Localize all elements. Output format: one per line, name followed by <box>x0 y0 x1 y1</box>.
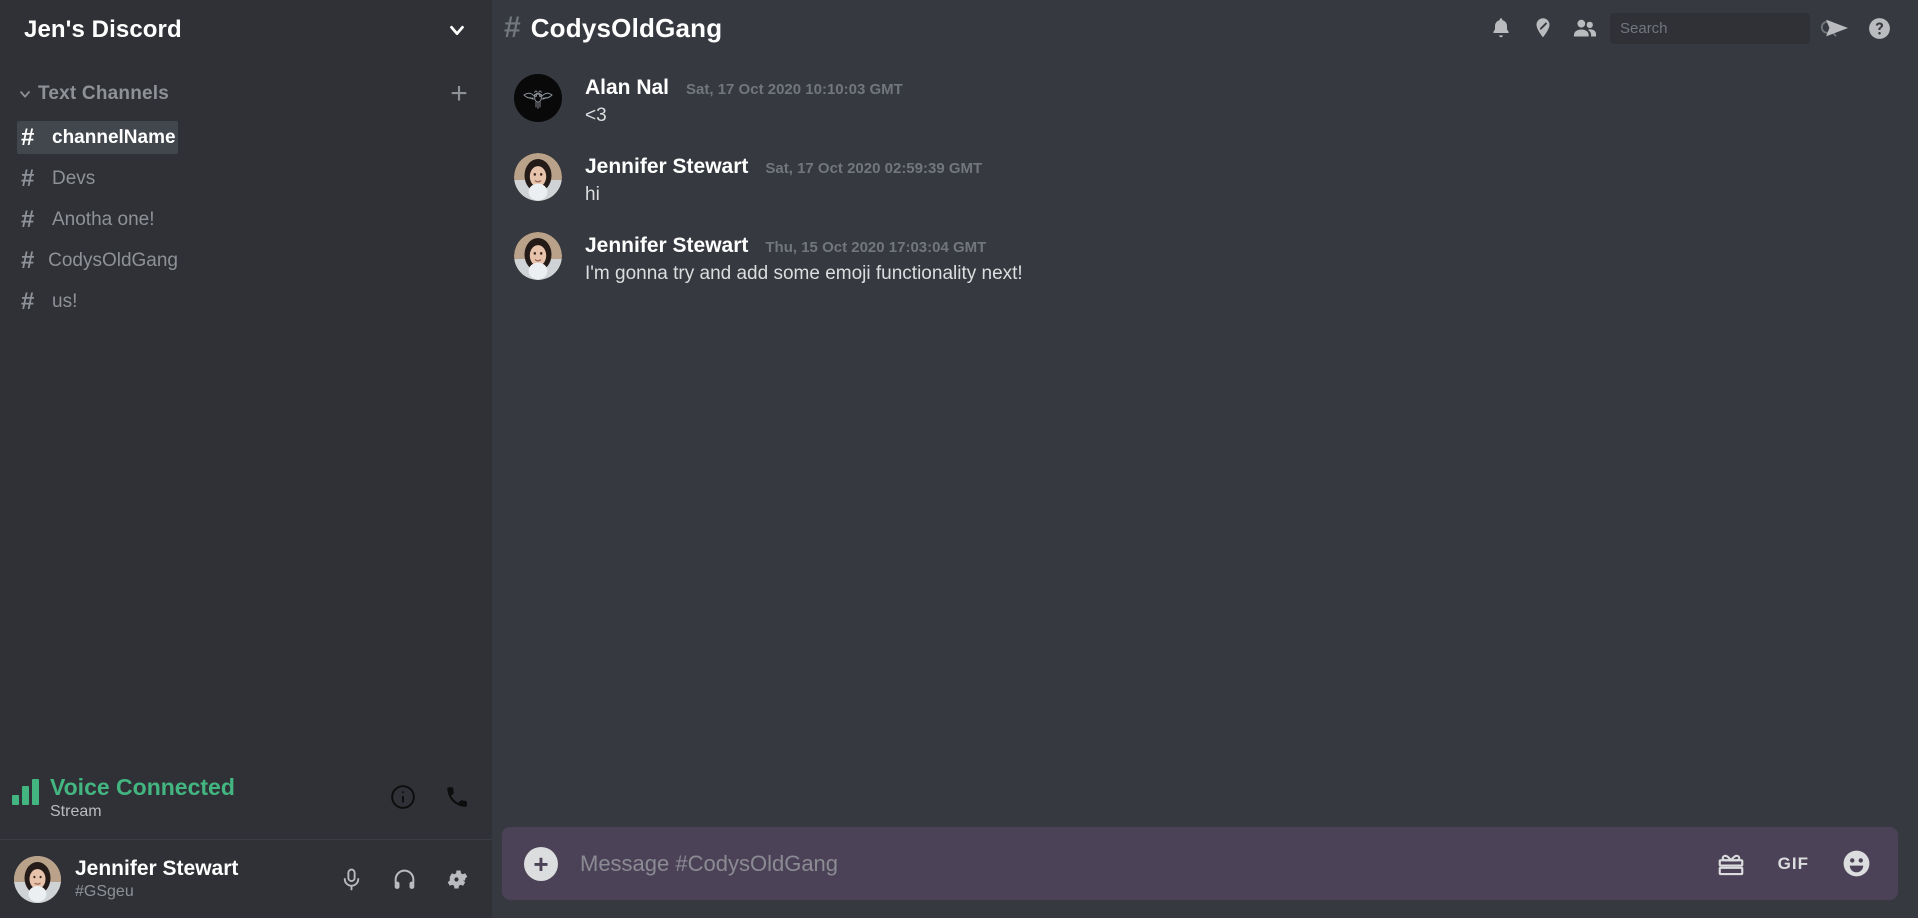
user-panel: Jennifer Stewart #GSgeu <box>0 840 492 918</box>
info-circle-icon[interactable] <box>390 784 416 810</box>
search-box[interactable] <box>1610 12 1837 44</box>
discord-app: Jen's Discord Text Channels + # channelN… <box>0 0 1918 918</box>
chevron-down-icon[interactable] <box>16 85 34 103</box>
search-input[interactable] <box>1620 19 1819 37</box>
sidebar-item-codysoldgang[interactable]: # CodysOldGang <box>17 244 178 277</box>
sidebar-item-us[interactable]: # us! <box>17 285 178 318</box>
page-title: CodysOldGang <box>530 12 723 43</box>
message-header: Jennifer Stewart Sat, 17 Oct 2020 02:59:… <box>585 155 1898 179</box>
channels-section: Text Channels + # channelName # Devs # A… <box>0 60 492 326</box>
hash-icon: # <box>21 164 35 192</box>
voice-text: Voice Connected Stream <box>50 774 390 821</box>
top-actions <box>1480 7 1900 49</box>
message-timestamp: Thu, 15 Oct 2020 17:03:04 GMT <box>765 239 987 256</box>
voice-status: Voice Connected <box>50 773 235 800</box>
voice-connected-panel: Voice Connected Stream <box>0 755 492 840</box>
hash-icon: # <box>504 11 521 44</box>
message-row: Alan Nal Sat, 17 Oct 2020 10:10:03 GMT <… <box>492 74 1918 128</box>
message-body: Jennifer Stewart Thu, 15 Oct 2020 17:03:… <box>585 232 1898 286</box>
channel-label: CodysOldGang <box>48 249 178 271</box>
composer-wrap: + GIF <box>492 827 1918 918</box>
message-header: Jennifer Stewart Thu, 15 Oct 2020 17:03:… <box>585 234 1898 258</box>
user-actions <box>339 867 470 892</box>
hash-icon: # <box>21 205 35 233</box>
channel-label: Devs <box>52 167 96 189</box>
user-meta: Jennifer Stewart #GSgeu <box>75 857 339 901</box>
headphones-icon[interactable] <box>392 867 417 892</box>
message-text: <3 <box>585 105 607 126</box>
message-row: Jennifer Stewart Thu, 15 Oct 2020 17:03:… <box>492 232 1918 286</box>
avatar[interactable] <box>514 232 562 280</box>
message-input[interactable] <box>580 850 1716 877</box>
server-name: Jen's Discord <box>24 16 182 43</box>
sidebar-item-devs[interactable]: # Devs <box>17 162 178 195</box>
channel-title-wrap: # CodysOldGang <box>504 13 1480 44</box>
gift-icon[interactable] <box>1716 849 1746 879</box>
avatar[interactable] <box>514 153 562 201</box>
sidebar-item-anotha-one[interactable]: # Anotha one! <box>17 203 178 236</box>
voice-substatus: Stream <box>50 802 102 820</box>
user-name: Jennifer Stewart <box>75 857 239 880</box>
smiley-icon[interactable] <box>1841 848 1872 879</box>
message-author: Alan Nal <box>585 76 670 99</box>
text-channels-header[interactable]: Text Channels + <box>0 79 492 109</box>
message-list: Alan Nal Sat, 17 Oct 2020 10:10:03 GMT <… <box>492 56 1918 827</box>
help-circle-icon[interactable] <box>1858 7 1900 49</box>
message-text: hi <box>585 184 600 205</box>
avatar[interactable] <box>514 74 562 122</box>
channel-label: Anotha one! <box>52 208 155 230</box>
main-content: # CodysOldGang Search Alan Nal Sat, 17 O… <box>492 0 1918 918</box>
add-channel-button[interactable]: + <box>448 79 470 109</box>
chevron-down-icon[interactable] <box>446 19 468 41</box>
message-composer[interactable]: + GIF <box>502 827 1898 900</box>
gif-button[interactable]: GIF <box>1778 854 1809 874</box>
top-bar: # CodysOldGang <box>492 0 1918 56</box>
message-author: Jennifer Stewart <box>585 234 749 257</box>
gear-icon[interactable] <box>445 867 470 892</box>
people-icon[interactable] <box>1564 7 1606 49</box>
bell-icon[interactable] <box>1480 7 1522 49</box>
message-timestamp: Sat, 17 Oct 2020 10:10:03 GMT <box>686 81 903 98</box>
avatar[interactable] <box>14 855 61 903</box>
microphone-icon[interactable] <box>339 867 364 892</box>
channel-list: # channelName # Devs # Anotha one! # Cod… <box>0 109 492 318</box>
section-title: Text Channels <box>38 83 170 104</box>
hash-icon: # <box>21 123 35 151</box>
server-header[interactable]: Jen's Discord <box>0 0 492 60</box>
composer-actions: GIF <box>1716 848 1872 879</box>
add-attachment-button[interactable]: + <box>524 846 558 881</box>
channel-label: channelName <box>52 126 176 148</box>
channel-label: us! <box>52 290 78 312</box>
message-text: I'm gonna try and add some emoji functio… <box>585 263 1023 284</box>
message-row: Jennifer Stewart Sat, 17 Oct 2020 02:59:… <box>492 153 1918 207</box>
message-body: Jennifer Stewart Sat, 17 Oct 2020 02:59:… <box>585 153 1898 207</box>
phone-icon[interactable] <box>444 784 470 810</box>
sidebar: Jen's Discord Text Channels + # channelN… <box>0 0 492 918</box>
message-timestamp: Sat, 17 Oct 2020 02:59:39 GMT <box>765 160 983 177</box>
message-author: Jennifer Stewart <box>585 155 749 178</box>
sidebar-item-channelname[interactable]: # channelName <box>17 121 178 154</box>
send-icon[interactable] <box>1816 7 1858 49</box>
voice-actions <box>390 784 470 810</box>
signal-bars-icon <box>12 779 39 805</box>
message-header: Alan Nal Sat, 17 Oct 2020 10:10:03 GMT <box>585 76 1898 100</box>
hash-icon: # <box>21 287 35 315</box>
hash-icon: # <box>21 246 35 274</box>
pin-icon[interactable] <box>1522 7 1564 49</box>
message-body: Alan Nal Sat, 17 Oct 2020 10:10:03 GMT <… <box>585 74 1898 128</box>
user-tag: #GSgeu <box>75 883 134 900</box>
